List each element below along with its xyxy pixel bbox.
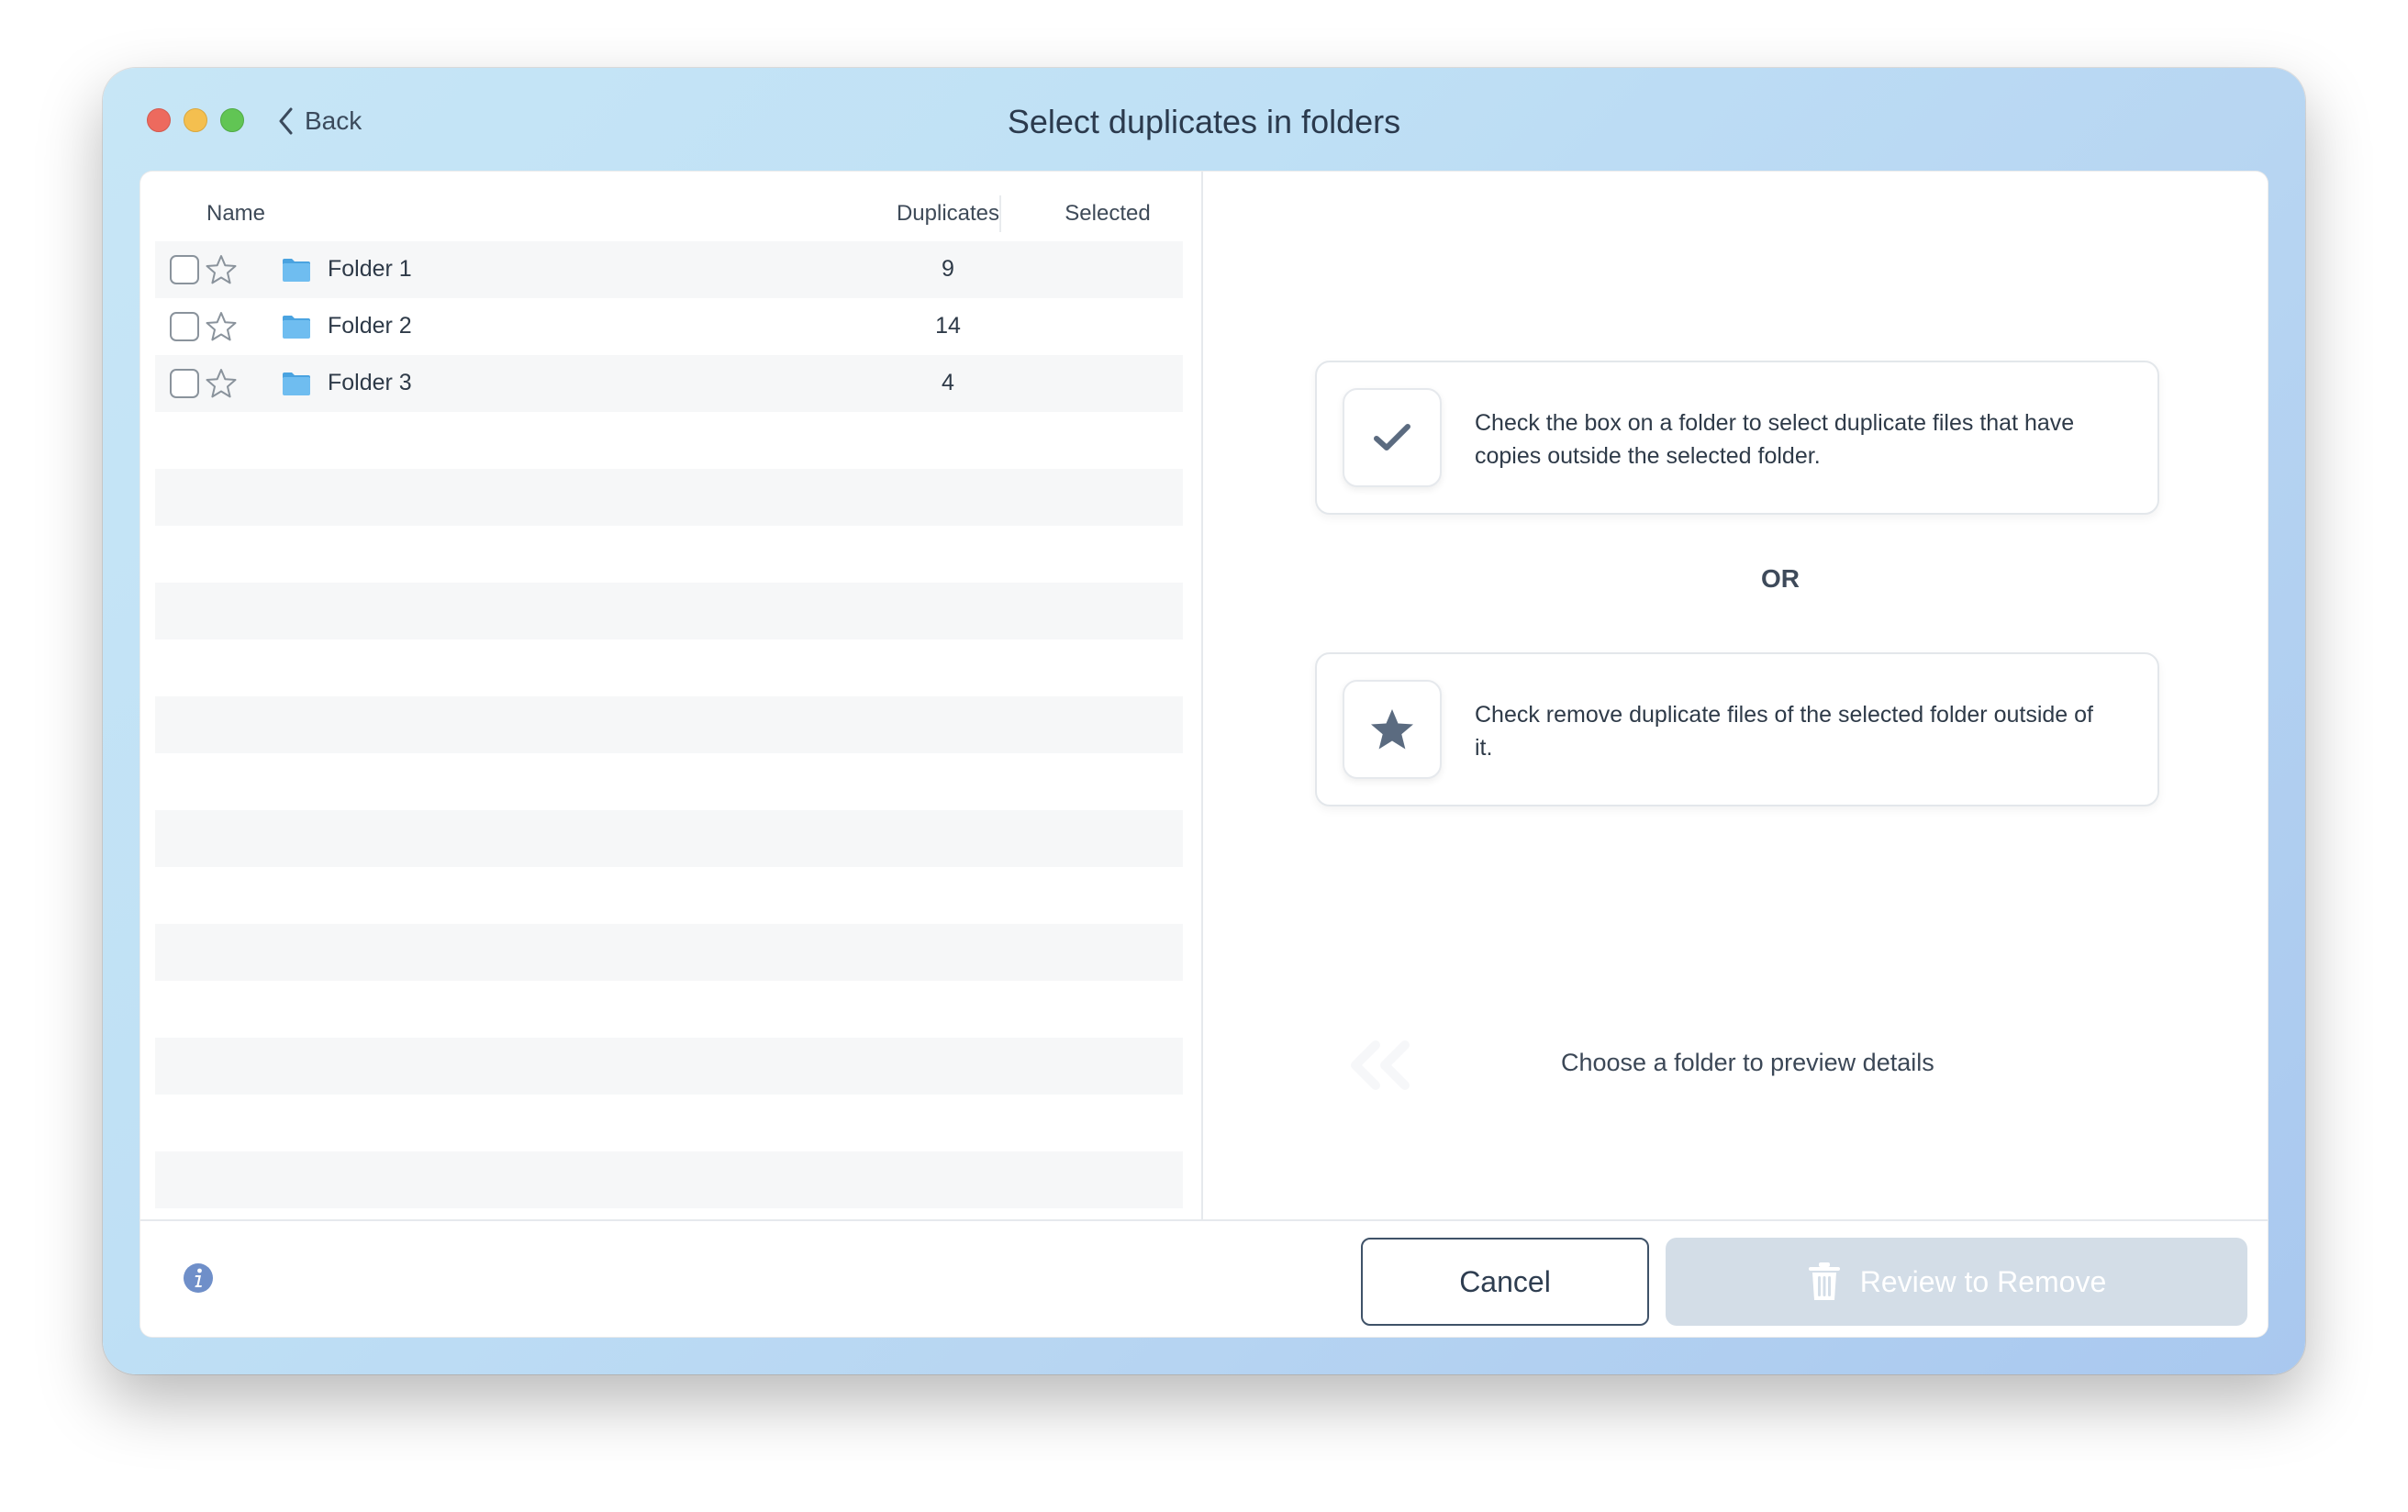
empty-table-row [155,696,1183,753]
empty-table-row [155,639,1183,696]
empty-table-row [155,526,1183,583]
info-icon[interactable] [183,1262,214,1294]
or-label: OR [1761,564,1800,593]
main-panel: Name Duplicates Selected Folder 1 9 Folder… [139,171,2269,1338]
double-chevron-left-icon [1351,1040,1410,1090]
folder-name: Folder 1 [328,256,412,282]
table-header: Name Duplicates Selected [140,195,1201,232]
star-outline-icon[interactable] [205,310,238,343]
folder-checkbox[interactable] [170,312,199,341]
duplicates-count: 4 [942,370,954,395]
empty-table-row [155,412,1183,469]
empty-table-row [155,753,1183,810]
folder-table: Folder 1 9 Folder 2 14 Folder 3 4 [155,241,1183,1208]
cancel-button[interactable]: Cancel [1361,1238,1649,1326]
checkmark-icon [1374,424,1410,450]
table-row[interactable]: Folder 1 9 [155,241,1183,298]
star-hint-icon-box [1343,680,1442,779]
star-outline-icon[interactable] [205,253,238,286]
empty-table-row [155,981,1183,1038]
folder-checkbox[interactable] [170,369,199,398]
empty-table-row [155,867,1183,924]
empty-table-row [155,810,1183,867]
empty-table-row [155,1095,1183,1151]
empty-table-row [155,1038,1183,1095]
column-header-selected[interactable]: Selected [999,201,1216,227]
duplicates-count: 14 [935,313,961,339]
checkbox-hint-text: Check the box on a folder to select dupl… [1475,410,2075,469]
folder-icon [283,316,310,339]
folder-name: Folder 3 [328,370,412,395]
details-pane: Check the box on a folder to select dupl… [1203,172,2268,1219]
table-row[interactable]: Folder 2 14 [155,298,1183,355]
folder-checkbox[interactable] [170,255,199,284]
empty-table-row [155,924,1183,981]
folder-icon [283,372,310,395]
checkbox-hint-card: Check the box on a folder to select dupl… [1315,361,2159,515]
review-to-remove-label: Review to Remove [1859,1264,2107,1298]
star-icon [1371,709,1413,750]
column-header-name[interactable]: Name [206,201,265,227]
table-row[interactable]: Folder 3 4 [155,355,1183,412]
star-hint-text: Check remove duplicate files of the sele… [1475,702,2093,761]
empty-table-row [155,469,1183,526]
trash-icon [1808,1262,1840,1300]
empty-table-row [155,583,1183,639]
star-hint-card: Check remove duplicate files of the sele… [1315,652,2159,806]
folder-icon [283,259,310,282]
star-outline-icon[interactable] [205,367,238,400]
footer-bar: Cancel Review to Remove [140,1219,2268,1337]
folder-name: Folder 2 [328,313,412,339]
preview-hint: Choose a folder to preview details [1561,1049,1934,1076]
empty-table-row [155,1151,1183,1208]
duplicates-count: 9 [942,256,954,282]
app-window: Back Select duplicates in folders Name D… [103,68,2305,1374]
review-to-remove-button[interactable]: Review to Remove [1666,1238,2247,1326]
checkbox-hint-icon-box [1343,388,1442,487]
window-title: Select duplicates in folders [1007,103,1401,140]
folder-list-pane: Name Duplicates Selected Folder 1 9 Folder… [140,172,1203,1219]
